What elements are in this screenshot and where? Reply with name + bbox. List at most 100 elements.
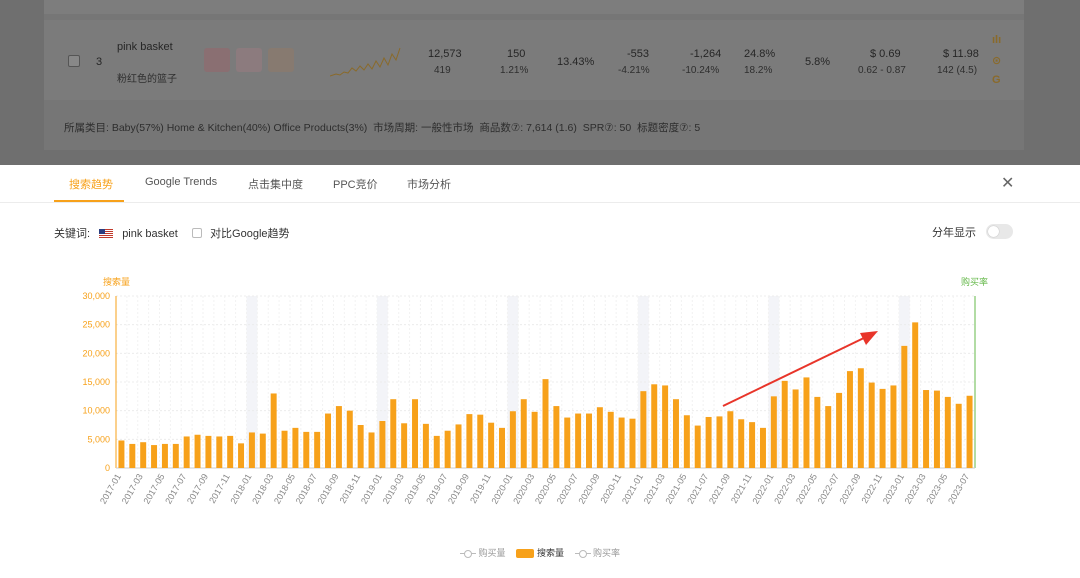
- chart-bar: [672, 399, 679, 468]
- compare-label: 对比Google趋势: [210, 228, 290, 240]
- us-flag-icon: [99, 229, 114, 238]
- category-office[interactable]: Office Products(3%): [274, 122, 368, 134]
- chart-bar: [683, 415, 690, 468]
- chart-bar: [259, 433, 266, 468]
- product-name-cn: 粉红色的篮子: [117, 74, 177, 85]
- search-volume-sub: 419: [434, 65, 451, 76]
- chart-bar: [531, 411, 538, 468]
- chart-bar: [444, 430, 451, 468]
- y-tick-label: 0: [105, 463, 110, 473]
- col9-sub: 142 (4.5): [937, 65, 978, 76]
- chart-bar: [118, 440, 125, 468]
- col3-value: 13.43%: [557, 56, 595, 68]
- chart-bar: [629, 418, 636, 468]
- chart-bar: [335, 406, 342, 468]
- chart-bar: [466, 414, 473, 468]
- chart-bar: [248, 432, 255, 468]
- legend-line-icon: [459, 549, 476, 558]
- tab-market-analysis[interactable]: 市场分析: [407, 176, 451, 192]
- chart-bar: [781, 380, 788, 468]
- product-name[interactable]: pink basket: [117, 41, 173, 53]
- analysis-panel: 搜索趋势 Google Trends 点击集中度 PPC竞价 市场分析 ✕ 关键…: [0, 165, 1080, 578]
- chart-bar: [368, 432, 375, 468]
- col5-sub: -10.24%: [682, 65, 720, 76]
- row-checkbox[interactable]: [68, 55, 80, 67]
- chart-legend: 购买量 搜索量 购买率: [0, 546, 1080, 559]
- close-icon[interactable]: ✕: [1001, 173, 1014, 193]
- more-icon[interactable]: ⊙: [992, 54, 1001, 67]
- search-trend-chart: 30,00025,00020,00015,00010,0005,00002017…: [82, 291, 976, 506]
- chart-bar: [792, 389, 799, 468]
- chart-bar: [151, 445, 158, 468]
- chart-bar: [346, 410, 353, 468]
- chart-bar: [596, 407, 603, 468]
- col4-sub: -4.21%: [618, 65, 650, 76]
- tab-click-concentration[interactable]: 点击集中度: [248, 176, 303, 192]
- chart-bar: [401, 423, 408, 468]
- market-meta-row: 所属类目: Baby(57%) Home & Kitchen(40%) Offi…: [64, 120, 700, 135]
- yearly-view-switch[interactable]: [986, 224, 1013, 239]
- chart-bar: [390, 399, 397, 468]
- tab-search-trend[interactable]: 搜索趋势: [69, 176, 113, 192]
- chart-bar: [944, 396, 951, 468]
- col5-value: -1,264: [690, 48, 722, 60]
- tab-google-trends[interactable]: Google Trends: [145, 176, 217, 188]
- legend-item-purchases[interactable]: 购买量: [459, 546, 505, 559]
- chart-bar: [205, 435, 212, 468]
- y-tick-label: 15,000: [82, 377, 110, 387]
- legend-item-search-volume[interactable]: 搜索量: [515, 546, 564, 559]
- yearly-view-label: 分年显示: [932, 227, 976, 239]
- chart-bar: [923, 390, 930, 468]
- chart-bar: [890, 385, 897, 468]
- y-tick-label: 20,000: [82, 348, 110, 358]
- product-thumbnail[interactable]: [236, 48, 262, 72]
- product-thumbnail[interactable]: [268, 48, 294, 72]
- chart-bar: [640, 391, 647, 468]
- chart-bar: [129, 443, 136, 468]
- product-count: 商品数⑦: 7,614 (1.6): [479, 122, 577, 134]
- keyword-row: 关键词: pink basket: [54, 225, 178, 241]
- chart-bar: [586, 413, 592, 468]
- chart-bar: [803, 377, 810, 468]
- chart-bar: [825, 406, 832, 468]
- product-thumbnail[interactable]: [204, 48, 230, 72]
- category-label: 所属类目:: [64, 122, 109, 134]
- chart-bar: [325, 413, 332, 468]
- col9-value: $ 11.98: [943, 48, 979, 60]
- search-volume: 12,573: [428, 48, 462, 60]
- chart-bar: [270, 393, 277, 468]
- col4-value: -553: [627, 48, 650, 60]
- chart-bar: [140, 442, 147, 468]
- chart-bar: [607, 411, 614, 468]
- chart-bar: [868, 382, 875, 468]
- product-card: 3 pink basket 粉红色的篮子 12,573 419 150 1.21…: [44, 0, 1024, 150]
- legend-item-purchase-rate[interactable]: 购买率: [574, 546, 620, 559]
- chart-bar: [216, 436, 223, 468]
- chart-bar: [509, 411, 516, 468]
- col6-sub: 18.2%: [744, 65, 773, 76]
- category-home-kitchen[interactable]: Home & Kitchen(40%): [167, 122, 271, 134]
- google-icon[interactable]: G: [992, 74, 1001, 86]
- col2-sub: 1.21%: [500, 65, 529, 76]
- chart-bar: [564, 417, 571, 468]
- chart-bar: [422, 423, 429, 468]
- y-tick-label: 30,000: [82, 291, 110, 301]
- category-baby[interactable]: Baby(57%): [112, 122, 164, 134]
- chart-bar: [357, 425, 364, 468]
- chart-bar: [455, 424, 462, 468]
- compare-google-toggle[interactable]: 对比Google趋势: [192, 225, 290, 241]
- compare-checkbox[interactable]: [192, 228, 202, 238]
- chart-bar: [575, 413, 582, 468]
- tab-ppc-bid[interactable]: PPC竞价: [333, 176, 378, 192]
- legend-label: 搜索量: [536, 548, 564, 558]
- bar-chart-icon[interactable]: ılı: [992, 34, 1001, 46]
- table-row[interactable]: 3 pink basket 粉红色的篮子 12,573 419 150 1.21…: [44, 20, 1024, 100]
- x-tick-label: 2023-07: [946, 472, 971, 506]
- chart-bar: [499, 427, 505, 468]
- product-table-background: 3 pink basket 粉红色的篮子 12,573 419 150 1.21…: [0, 0, 1080, 165]
- chart-bar: [770, 396, 777, 468]
- market-cycle: 市场周期: 一般性市场: [373, 122, 474, 134]
- card-header-strip: [44, 0, 1024, 14]
- row-rank: 3: [96, 56, 103, 68]
- chart-bar: [183, 436, 190, 468]
